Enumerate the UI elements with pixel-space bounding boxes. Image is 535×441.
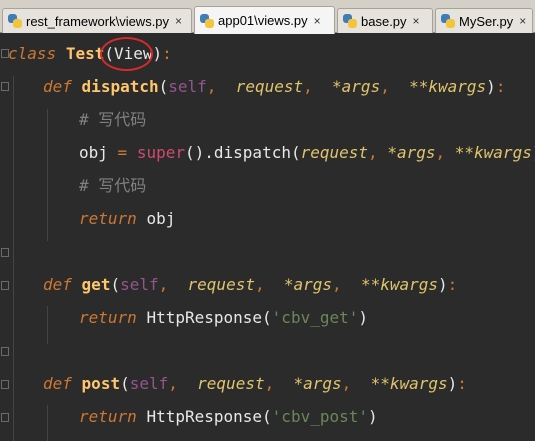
- class-name: Test: [65, 44, 105, 63]
- code-editor[interactable]: class Test(View): def dispatch(self, req…: [0, 34, 535, 441]
- close-icon[interactable]: ×: [175, 14, 182, 28]
- keyword: return: [79, 407, 137, 426]
- comma: ,: [341, 374, 352, 393]
- param: request: [197, 374, 265, 393]
- fold-marker-icon[interactable]: [1, 82, 9, 91]
- call: ().dispatch(: [185, 143, 301, 162]
- paren: ): [368, 407, 378, 426]
- paren: ): [438, 275, 448, 294]
- call: HttpResponse(: [146, 308, 272, 327]
- comma: ,: [368, 143, 378, 162]
- keyword: def: [43, 275, 72, 294]
- code-line-def-post: def post(self, request, *args, **kwargs)…: [43, 373, 467, 395]
- call: HttpResponse(: [146, 407, 272, 426]
- keyword: def: [43, 374, 72, 393]
- function-name: dispatch: [81, 77, 159, 96]
- operator: =: [117, 143, 128, 162]
- paren: ): [486, 77, 496, 96]
- keyword: class: [8, 44, 57, 63]
- code-line-obj: obj = super().dispatch(request, *args, *…: [79, 142, 535, 164]
- code-comment: # 写代码: [79, 110, 147, 129]
- param: *args: [332, 77, 381, 96]
- fold-marker-icon[interactable]: [1, 281, 9, 290]
- tab-rest-framework-views[interactable]: rest_framework\views.py ×: [2, 8, 192, 33]
- comma: ,: [303, 77, 313, 96]
- builtin: super: [136, 143, 185, 162]
- param: **kwargs: [454, 143, 532, 162]
- fold-marker-icon[interactable]: [1, 380, 9, 389]
- param: request: [187, 275, 255, 294]
- colon: :: [457, 374, 467, 393]
- paren: (: [120, 374, 130, 393]
- param: **kwargs: [409, 77, 487, 96]
- paren: (: [110, 275, 121, 294]
- indent-guide: [47, 405, 48, 441]
- code-line-def-dispatch: def dispatch(self, request, *args, **kwa…: [43, 76, 505, 98]
- tab-base[interactable]: base.py ×: [337, 8, 433, 33]
- function-name: post: [81, 374, 121, 393]
- comma: ,: [264, 374, 275, 393]
- function-name: get: [81, 275, 111, 294]
- comma: ,: [435, 143, 446, 162]
- param: **kwargs: [360, 275, 439, 294]
- tab-app01-views[interactable]: app01\views.py ×: [194, 6, 335, 34]
- paren: ): [447, 374, 458, 393]
- python-file-icon: [8, 14, 22, 28]
- python-file-icon: [200, 13, 214, 28]
- tab-myser[interactable]: MySer.py ×: [435, 8, 533, 33]
- comma: ,: [168, 374, 178, 393]
- param: *args: [283, 275, 333, 294]
- variable: obj: [146, 209, 176, 228]
- editor-tab-bar: rest_framework\views.py × app01\views.py…: [0, 0, 535, 34]
- keyword: return: [79, 209, 137, 228]
- colon: :: [447, 275, 458, 294]
- variable: obj: [79, 143, 108, 162]
- code-line-return-obj: return obj: [79, 208, 175, 230]
- code-comment: # 写代码: [79, 176, 147, 195]
- string-literal: 'cbv_get': [271, 308, 359, 327]
- param: request: [300, 143, 369, 162]
- tab-label: base.py: [361, 13, 407, 29]
- self-param: self: [168, 77, 207, 96]
- tab-label: app01\views.py: [218, 13, 308, 28]
- close-icon[interactable]: ×: [519, 14, 526, 28]
- fold-marker-icon[interactable]: [1, 347, 9, 356]
- comma: ,: [332, 275, 342, 294]
- fold-marker-icon[interactable]: [1, 413, 9, 422]
- tab-label: MySer.py: [459, 13, 514, 29]
- param: *args: [387, 143, 436, 162]
- python-file-icon: [441, 14, 455, 28]
- comma: ,: [380, 77, 390, 96]
- self-param: self: [129, 374, 169, 393]
- paren: ): [358, 308, 369, 327]
- comma: ,: [158, 275, 169, 294]
- colon: :: [162, 44, 172, 63]
- code-line-def-get: def get(self, request, *args, **kwargs):: [43, 274, 457, 296]
- param: request: [235, 77, 304, 96]
- paren: ): [152, 44, 163, 63]
- keyword: return: [79, 308, 137, 327]
- keyword: def: [43, 77, 72, 96]
- fold-marker-icon[interactable]: [1, 248, 9, 257]
- tab-label: rest_framework\views.py: [26, 13, 170, 29]
- string-literal: 'cbv_post': [271, 407, 368, 426]
- indent-guide: [13, 76, 14, 441]
- code-line-return-post: return HttpResponse('cbv_post'): [79, 406, 378, 428]
- colon: :: [495, 77, 506, 96]
- annotation-circle: [100, 37, 153, 71]
- code-line-return-get: return HttpResponse('cbv_get'): [79, 307, 368, 329]
- indent-guide: [47, 306, 48, 344]
- close-icon[interactable]: ×: [413, 14, 420, 28]
- param: **kwargs: [370, 374, 448, 393]
- indent-guide: [47, 109, 48, 241]
- close-icon[interactable]: ×: [314, 14, 321, 28]
- param: *args: [293, 374, 342, 393]
- comma: ,: [206, 77, 217, 96]
- comma: ,: [254, 275, 265, 294]
- paren: (: [158, 77, 169, 96]
- self-param: self: [120, 275, 159, 294]
- python-file-icon: [343, 14, 357, 28]
